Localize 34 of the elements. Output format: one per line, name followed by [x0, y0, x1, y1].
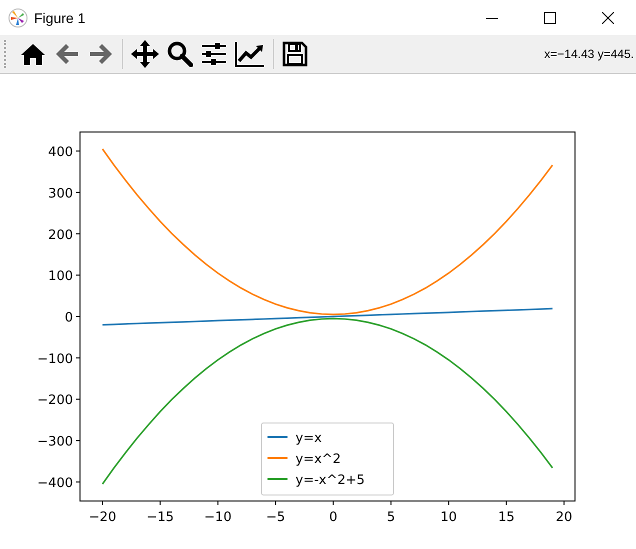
x-tick-label: −10	[204, 510, 232, 525]
forward-arrow-icon[interactable]	[88, 42, 114, 66]
y-tick-label: −300	[37, 434, 73, 450]
x-tick-label: 0	[329, 510, 338, 525]
move-icon[interactable]	[131, 40, 159, 68]
sliders-icon[interactable]	[201, 42, 227, 66]
x-tick-label: −15	[146, 510, 174, 525]
x-tick-label: −20	[88, 510, 116, 525]
y-tick-label: 300	[48, 186, 73, 202]
y-tick-label: 200	[48, 228, 73, 243]
x-tick-label: −5	[266, 510, 286, 525]
y-tick-label: −400	[37, 476, 73, 491]
y-tick-label: 0	[64, 310, 73, 326]
maximize-icon[interactable]	[544, 12, 556, 24]
search-icon[interactable]	[167, 41, 193, 67]
home-icon[interactable]	[20, 42, 46, 66]
legend-label: y=x^2	[296, 452, 341, 467]
y-tick-label: 100	[48, 269, 73, 284]
y-tick-label: −100	[37, 352, 73, 367]
save-icon[interactable]	[282, 41, 308, 67]
window-title: Figure 1	[34, 10, 86, 26]
cursor-coordinates: x=−14.43 y=445.	[544, 47, 635, 61]
legend-label: y=-x^2+5	[296, 473, 365, 488]
line-chart-icon[interactable]	[235, 41, 265, 67]
y-tick-label: 400	[48, 145, 73, 160]
back-arrow-icon[interactable]	[54, 42, 80, 66]
x-tick-label: 15	[498, 510, 515, 525]
close-icon[interactable]	[602, 12, 614, 24]
app-logo-icon	[8, 8, 28, 28]
y-tick-label: −200	[37, 393, 73, 408]
x-tick-label: 10	[440, 510, 457, 525]
x-tick-label: 5	[386, 510, 396, 525]
x-tick-label: 20	[556, 510, 572, 525]
legend-label: y=x	[296, 431, 322, 446]
